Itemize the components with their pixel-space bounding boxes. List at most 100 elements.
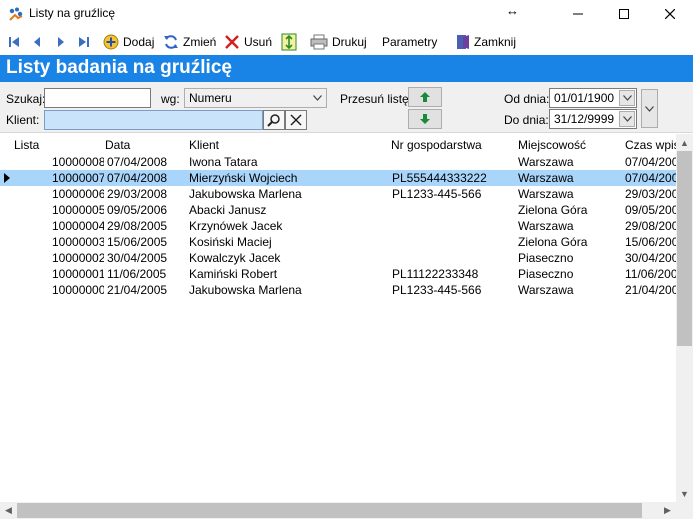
print-button[interactable]: Drukuj [310, 32, 367, 52]
cell-city: Warszawa [518, 219, 574, 233]
table-row[interactable]: 10000008 07/04/2008 Iwona Tatara Warszawa 07… [0, 154, 676, 170]
cell-client: Abacki Janusz [189, 203, 267, 217]
scroll-down-icon[interactable]: ▼ [676, 485, 693, 502]
table-row[interactable]: 10000003 15/06/2005 Kosiński Maciej Zielona… [0, 234, 676, 250]
add-label: Dodaj [123, 35, 155, 49]
vertical-scrollbar[interactable]: ▲ ▼ [676, 134, 693, 502]
cell-date: 07/04/2008 [107, 155, 168, 169]
page-header: Listy badania na gruźlicę [0, 55, 693, 82]
table-row[interactable]: 10000004 29/08/2005 Krzynówek Jacek Warszaw… [0, 218, 676, 234]
date-to-picker[interactable]: 31/12/9999 [549, 109, 637, 129]
date-to-value: 31/12/9999 [554, 112, 615, 126]
lists-table: Lista Data Klient Nr gospodarstwa Miejsc… [0, 134, 676, 502]
chevron-down-icon [645, 105, 654, 112]
table-row[interactable]: 10000001 11/06/2005 Kamiński Robert PL11122… [0, 266, 676, 282]
col-header-entry-time[interactable]: Czas wpisa [625, 138, 676, 152]
magnifier-icon [267, 114, 280, 127]
cell-client: Jakubowska Marlena [189, 187, 302, 201]
table-row[interactable]: 10000007 07/04/2008 Mierzyński Wojciech PL5… [0, 170, 676, 186]
scroll-left-icon[interactable]: ◀ [0, 502, 17, 519]
maximize-icon [619, 9, 629, 19]
first-icon [9, 37, 19, 47]
col-header-date[interactable]: Data [105, 138, 130, 152]
minimize-button[interactable] [555, 0, 601, 28]
vertical-scroll-thumb[interactable] [677, 151, 692, 346]
close-button[interactable]: Zamknij [456, 32, 516, 52]
cell-entry-time: 09/05/200 [625, 203, 676, 217]
cell-farm-number: PL1233-445-566 [392, 187, 482, 201]
date-from-value: 01/01/1900 [554, 91, 615, 105]
maximize-button[interactable] [601, 0, 647, 28]
resize-handle-icon[interactable]: ↔ [506, 3, 519, 18]
client-clear-button[interactable] [285, 110, 307, 130]
col-header-city[interactable]: Miejscowość [518, 138, 586, 152]
delete-icon [225, 35, 239, 49]
table-header: Lista Data Klient Nr gospodarstwa Miejsc… [0, 134, 676, 154]
page-title: Listy badania na gruźlicę [6, 57, 232, 78]
table-row[interactable]: 10000005 09/05/2006 Abacki Janusz Zielona G… [0, 202, 676, 218]
last-record-button[interactable] [78, 32, 90, 52]
delete-button[interactable]: Usuń [224, 32, 272, 52]
client-search-button[interactable] [263, 110, 285, 130]
date-to-label: Do dnia: [504, 113, 549, 127]
table-row[interactable]: 10000000 21/04/2005 Jakubowska Marlena PL12… [0, 282, 676, 298]
cell-client: Kosiński Maciej [189, 235, 272, 249]
cell-client: Krzynówek Jacek [189, 219, 283, 233]
client-field[interactable] [44, 110, 263, 130]
app-icon [9, 7, 23, 21]
params-button[interactable]: Parametry [382, 32, 437, 52]
printer-icon [310, 34, 328, 50]
col-header-list[interactable]: Lista [14, 138, 39, 152]
scroll-up-icon[interactable]: ▲ [676, 134, 693, 151]
cell-city: Warszawa [518, 171, 574, 185]
cell-city: Piaseczno [518, 267, 574, 281]
cell-list-number: 10000008 [52, 155, 104, 169]
cell-entry-time: 29/03/200 [625, 187, 676, 201]
table-row[interactable]: 10000006 29/03/2008 Jakubowska Marlena PL12… [0, 186, 676, 202]
cell-date: 30/04/2005 [107, 251, 168, 265]
search-input[interactable] [44, 88, 151, 108]
chevron-down-icon[interactable] [619, 111, 635, 127]
chevron-down-icon[interactable] [619, 90, 635, 106]
cell-city: Zielona Góra [518, 203, 588, 217]
cell-date: 07/04/2008 [107, 171, 168, 185]
table-row[interactable]: 10000002 30/04/2005 Kowalczyk Jacek Piasecz… [0, 250, 676, 266]
exit-door-icon [457, 35, 469, 49]
close-window-button[interactable] [647, 0, 693, 28]
cell-farm-number: PL555444333222 [392, 171, 487, 185]
client-label: Klient: [6, 113, 40, 127]
search-label: Szukaj: [6, 92, 46, 106]
cell-list-number: 10000007 [52, 171, 104, 185]
date-from-picker[interactable]: 01/01/1900 [549, 88, 637, 108]
search-by-select[interactable]: Numeru [184, 88, 327, 108]
scroll-right-icon[interactable]: ▶ [659, 502, 676, 519]
move-down-button[interactable] [408, 109, 442, 129]
col-header-client[interactable]: Klient [189, 138, 219, 152]
cell-city: Piaseczno [518, 251, 574, 265]
transfer-button[interactable] [281, 32, 297, 52]
horizontal-scrollbar[interactable]: ◀ ▶ [0, 502, 676, 519]
search-by-label: wg: [161, 92, 180, 106]
close-label: Zamknij [474, 35, 517, 49]
cell-client: Kamiński Robert [189, 267, 278, 281]
chevron-down-icon [308, 89, 326, 107]
window-title: Listy na gruźlicę [29, 6, 116, 20]
cell-city: Warszawa [518, 283, 574, 297]
cell-city: Warszawa [518, 187, 574, 201]
add-button[interactable]: Dodaj [103, 32, 154, 52]
move-up-button[interactable] [408, 87, 442, 107]
cell-entry-time: 29/08/200 [625, 219, 676, 233]
close-icon [665, 9, 675, 19]
cell-date: 11/06/2005 [107, 267, 167, 281]
horizontal-scroll-thumb[interactable] [17, 503, 642, 518]
cell-date: 21/04/2005 [107, 283, 168, 297]
title-bar: Listy na gruźlicę ↔ [0, 0, 693, 28]
more-options-button[interactable] [641, 89, 658, 128]
prev-record-button[interactable] [31, 32, 43, 52]
first-record-button[interactable] [8, 32, 20, 52]
next-record-button[interactable] [55, 32, 67, 52]
col-header-farm-number[interactable]: Nr gospodarstwa [391, 138, 482, 152]
cell-city: Warszawa [518, 155, 574, 169]
edit-button[interactable]: Zmień [163, 32, 216, 52]
minimize-icon [573, 13, 583, 15]
